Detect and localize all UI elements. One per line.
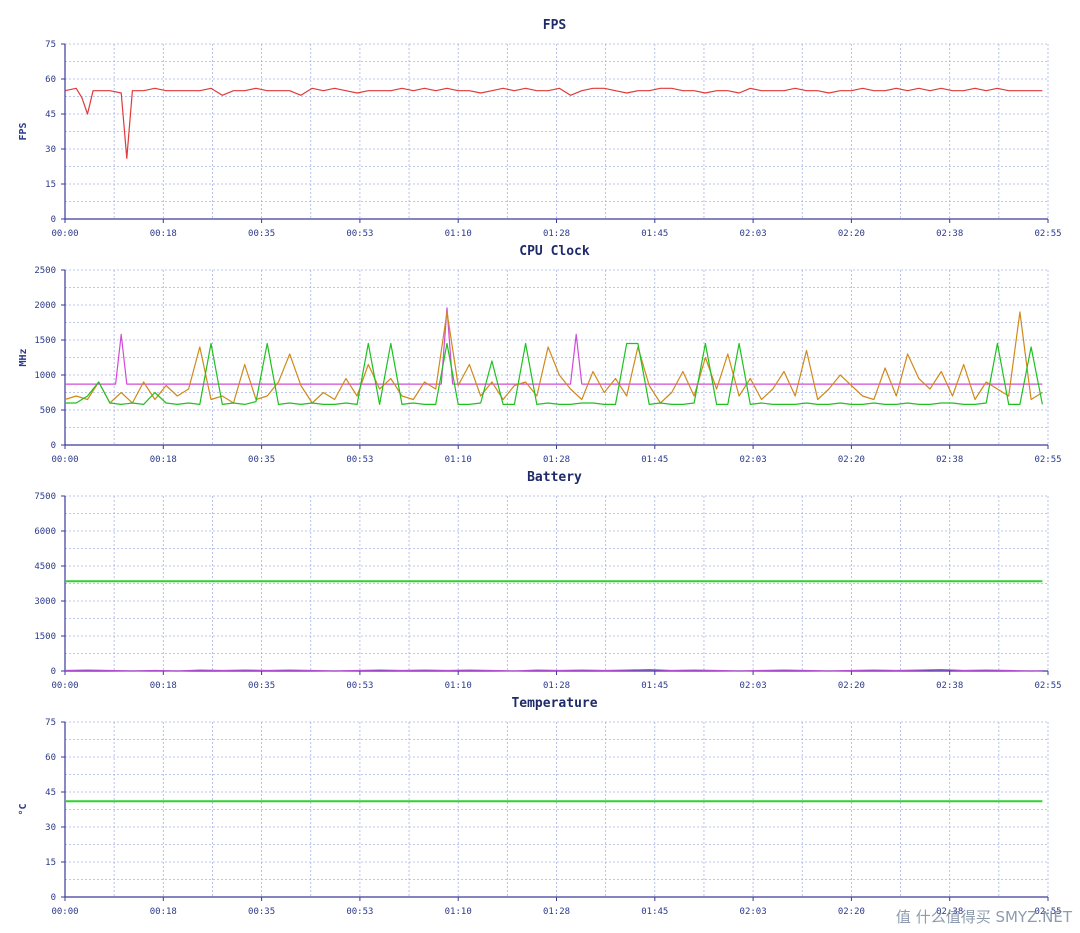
x-tick-label: 01:28 — [543, 229, 570, 239]
y-tick-label: 30 — [45, 823, 56, 833]
x-tick-label: 01:28 — [543, 907, 570, 917]
y-tick-label: 0 — [51, 441, 56, 451]
x-tick-label: 02:20 — [838, 229, 865, 239]
chart-panel-1: FPS 0 15 30 45 60 75 00:00 00:18 00:35 00:53 01:10 0… — [18, 18, 1062, 239]
x-tick-label: 01:10 — [445, 455, 472, 465]
y-axis-label: °C — [18, 803, 29, 815]
x-tick-label: 00:53 — [346, 907, 373, 917]
y-tick-label: 60 — [45, 75, 56, 85]
chart-panel-4: Temperature 0 15 30 45 60 75 00:00 00:18 00:35 00:… — [18, 696, 1062, 917]
x-tick-label: 00:18 — [150, 907, 177, 917]
x-tick-label: 00:53 — [346, 681, 373, 691]
y-tick-label: 45 — [45, 110, 56, 120]
x-tick-label: 00:35 — [248, 229, 275, 239]
y-tick-label: 4500 — [34, 562, 56, 572]
x-tick-label: 02:38 — [936, 229, 963, 239]
x-tick-label: 00:35 — [248, 455, 275, 465]
y-axis-label: MHz — [18, 348, 29, 366]
y-tick-label: 3000 — [34, 597, 56, 607]
y-tick-label: 75 — [45, 718, 56, 728]
x-tick-label: 02:20 — [838, 681, 865, 691]
y-tick-label: 0 — [51, 667, 56, 677]
x-tick-label: 02:03 — [740, 681, 767, 691]
chart-title: Battery — [527, 470, 582, 485]
y-tick-label: 500 — [40, 406, 56, 416]
series-line-2 — [64, 668, 1043, 672]
y-tick-label: 7500 — [34, 492, 56, 502]
y-tick-label: 45 — [45, 788, 56, 798]
y-tick-label: 60 — [45, 753, 56, 763]
x-tick-label: 01:28 — [543, 455, 570, 465]
y-tick-label: 0 — [51, 215, 56, 225]
x-tick-label: 02:38 — [936, 455, 963, 465]
x-tick-label: 01:45 — [641, 681, 668, 691]
x-tick-label: 02:38 — [936, 681, 963, 691]
x-tick-label: 01:10 — [445, 229, 472, 239]
y-tick-label: 1500 — [34, 632, 56, 642]
y-tick-label: 0 — [51, 893, 56, 903]
x-tick-label: 01:28 — [543, 681, 570, 691]
chart-panel-2: CPU Clock 0 500 1000 1500 2000 2500 00:00 00:18 0… — [18, 244, 1062, 465]
x-tick-label: 02:55 — [1034, 229, 1061, 239]
x-tick-label: 02:55 — [1034, 455, 1061, 465]
x-tick-label: 02:03 — [740, 455, 767, 465]
x-tick-label: 02:20 — [838, 907, 865, 917]
x-tick-label: 01:45 — [641, 229, 668, 239]
x-tick-label: 00:35 — [248, 681, 275, 691]
x-tick-label: 02:03 — [740, 229, 767, 239]
watermark-text: 值 什么值得买 SMYZ.NET — [895, 908, 1072, 926]
x-tick-label: 01:10 — [445, 907, 472, 917]
x-tick-label: 00:53 — [346, 455, 373, 465]
y-tick-label: 75 — [45, 40, 56, 50]
x-tick-label: 00:18 — [150, 229, 177, 239]
y-tick-label: 1000 — [34, 371, 56, 381]
chart-title: CPU Clock — [519, 244, 590, 259]
x-tick-label: 00:00 — [51, 455, 78, 465]
x-tick-label: 00:00 — [51, 681, 78, 691]
series-line-1 — [64, 87, 1043, 159]
x-tick-label: 00:00 — [51, 907, 78, 917]
x-tick-label: 00:18 — [150, 455, 177, 465]
y-tick-label: 15 — [45, 858, 56, 868]
y-axis-label: FPS — [18, 122, 29, 140]
y-tick-label: 30 — [45, 145, 56, 155]
x-tick-label: 02:55 — [1034, 681, 1061, 691]
x-tick-label: 01:45 — [641, 455, 668, 465]
x-tick-label: 00:35 — [248, 907, 275, 917]
x-tick-label: 02:20 — [838, 455, 865, 465]
x-tick-label: 01:45 — [641, 907, 668, 917]
x-tick-label: 01:10 — [445, 681, 472, 691]
y-tick-label: 1500 — [34, 336, 56, 346]
x-tick-label: 00:53 — [346, 229, 373, 239]
x-tick-label: 00:18 — [150, 681, 177, 691]
y-tick-label: 2500 — [34, 266, 56, 276]
performance-charts: FPS 0 15 30 45 60 75 00:00 00:18 00:35 00:53 01:10 0… — [18, 18, 1062, 917]
y-tick-label: 15 — [45, 180, 56, 190]
x-tick-label: 02:03 — [740, 907, 767, 917]
y-tick-label: 6000 — [34, 527, 56, 537]
chart-panel-3: Battery 0 1500 3000 4500 6000 7500 00:00 00:18 00… — [34, 470, 1061, 691]
x-tick-label: 00:00 — [51, 229, 78, 239]
chart-title: Temperature — [511, 696, 597, 711]
y-tick-label: 2000 — [34, 301, 56, 311]
chart-title: FPS — [543, 18, 567, 33]
